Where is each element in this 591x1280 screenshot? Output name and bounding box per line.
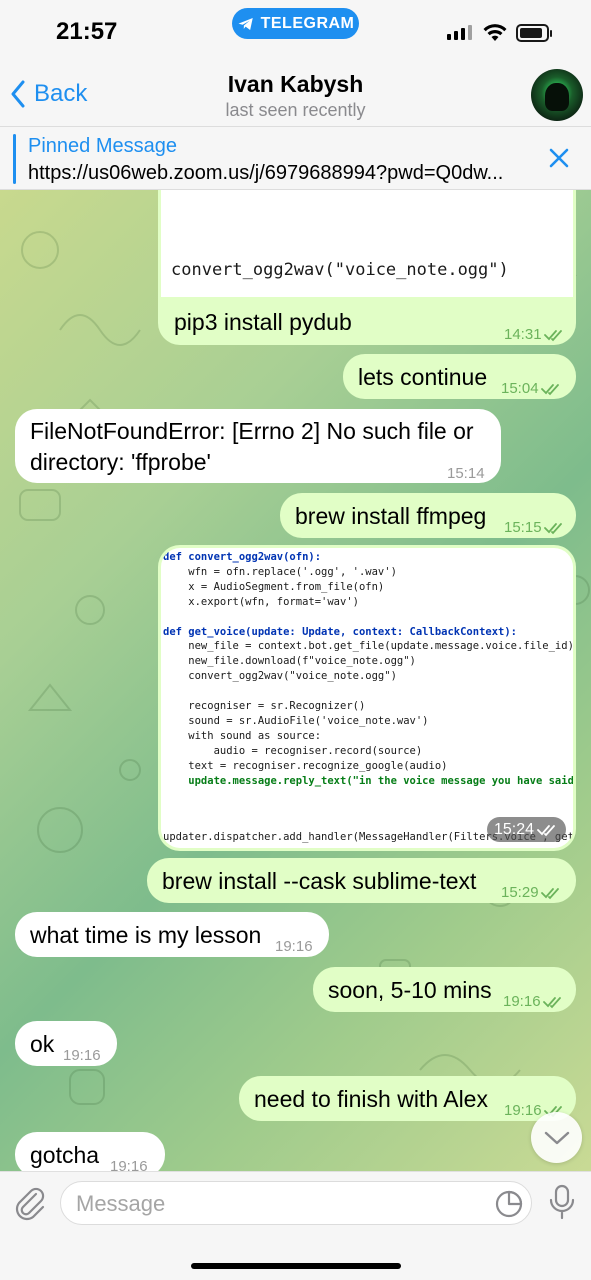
double-check-icon xyxy=(537,824,555,836)
message-text: lets continue xyxy=(358,364,488,390)
message-meta: 14:31 xyxy=(504,320,566,350)
message-field[interactable] xyxy=(60,1181,532,1225)
message-text-line-1: FileNotFoundError: [Errno 2] No such fil… xyxy=(30,418,474,444)
home-indicator xyxy=(191,1263,401,1269)
message-time: 19:16 xyxy=(275,938,313,955)
message-outgoing[interactable]: brew install --cask sublime-text 15:29 xyxy=(147,858,576,903)
message-text: pip3 install pydub xyxy=(174,309,352,335)
message-incoming[interactable]: ok 19:16 xyxy=(15,1021,117,1066)
code-line: x.export(wfn, format='wav') xyxy=(163,595,359,608)
paperclip-icon[interactable] xyxy=(12,1185,48,1221)
message-outgoing[interactable]: brew install ffmpeg 15:15 xyxy=(280,493,576,538)
code-line: x = AudioSegment.from_file(ofn) xyxy=(163,580,385,593)
code-line: recogniser = sr.Recognizer() xyxy=(163,700,366,713)
message-time: 19:16 xyxy=(110,1158,148,1171)
code-line: with sound as source: xyxy=(163,729,322,742)
code-line: new_file = context.bot.get_file(update.m… xyxy=(163,640,573,653)
message-time: 19:16 xyxy=(503,993,541,1010)
image-time-badge: 15:24 xyxy=(487,817,566,842)
code-line: audio = recogniser.record(source) xyxy=(163,744,423,757)
code-line: convert_ogg2wav("voice_note.ogg") xyxy=(163,670,397,683)
message-time: 15:29 xyxy=(501,884,539,901)
battery-icon xyxy=(516,24,552,42)
telegram-pill-label: TELEGRAM xyxy=(260,14,355,32)
close-icon[interactable] xyxy=(546,145,572,171)
sticker-icon[interactable] xyxy=(494,1189,524,1219)
message-incoming[interactable]: gotcha 19:16 xyxy=(15,1132,165,1171)
code-line: wfn = ofn.replace('.ogg', '.wav') xyxy=(163,565,397,578)
telegram-pill[interactable]: TELEGRAM xyxy=(232,8,359,39)
message-text: ok xyxy=(30,1031,55,1057)
message-time: 14:31 xyxy=(504,326,542,343)
message-outgoing[interactable]: soon, 5-10 mins 19:16 xyxy=(313,967,576,1012)
message-text: soon, 5-10 mins xyxy=(328,977,492,1003)
pinned-text: https://us06web.zoom.us/j/6979688994?pwd… xyxy=(28,162,504,184)
message-text: what time is my lesson xyxy=(30,922,262,948)
message-text: brew install --cask sublime-text xyxy=(162,868,477,894)
message-incoming[interactable]: FileNotFoundError: [Errno 2] No such fil… xyxy=(15,409,501,483)
chat-area[interactable]: convert_ogg2wav("voice_note.ogg") pip3 i… xyxy=(0,190,591,1171)
code-image-1-line: convert_ogg2wav("voice_note.ogg") xyxy=(171,260,509,280)
microphone-icon[interactable] xyxy=(548,1184,576,1220)
chat-header: Back Ivan Kabysh last seen recently xyxy=(0,60,591,126)
message-outgoing[interactable]: lets continue 15:04 xyxy=(343,354,576,399)
avatar[interactable] xyxy=(531,69,583,121)
chat-status: last seen recently xyxy=(225,100,366,120)
status-time: 21:57 xyxy=(56,18,118,45)
status-bar: 21:57 TELEGRAM xyxy=(0,0,591,60)
message-meta: 19:16 xyxy=(503,987,565,1017)
double-check-icon xyxy=(540,384,559,396)
cellular-signal-icon xyxy=(447,25,472,40)
message-meta: 15:29 xyxy=(501,878,563,908)
message-input-bar xyxy=(0,1171,591,1280)
code-line: update.message.reply_text("in the voice … xyxy=(188,774,573,787)
code-line: def get_voice(update: Update, context: C… xyxy=(163,625,518,638)
chat-title[interactable]: Ivan Kabysh xyxy=(0,71,591,98)
chevron-down-icon xyxy=(544,1131,569,1144)
pinned-indicator xyxy=(13,134,16,184)
message-time: 15:24 xyxy=(493,820,535,838)
code-line: sound = sr.AudioFile('voice_note.wav') xyxy=(163,714,429,727)
message-code-screenshot-1[interactable]: convert_ogg2wav("voice_note.ogg") pip3 i… xyxy=(158,190,576,345)
message-text-line-2: directory: 'ffprobe' xyxy=(30,449,211,475)
message-meta: 15:15 xyxy=(504,513,566,543)
code-line: text = recogniser.recognize_google(audio… xyxy=(163,759,448,772)
code-image-2[interactable]: def convert_ogg2wav(ofn): wfn = ofn.repl… xyxy=(161,548,573,848)
double-check-icon xyxy=(540,888,559,900)
code-image-1[interactable]: convert_ogg2wav("voice_note.ogg") xyxy=(161,190,573,297)
pinned-message-bar[interactable]: Pinned Message https://us06web.zoom.us/j… xyxy=(0,126,591,190)
message-time: 15:15 xyxy=(504,519,542,536)
message-code-screenshot-2[interactable]: def convert_ogg2wav(ofn): wfn = ofn.repl… xyxy=(158,545,576,851)
telegram-icon xyxy=(238,17,253,30)
message-outgoing[interactable]: need to finish with Alex 19:16 xyxy=(239,1076,576,1121)
message-input[interactable] xyxy=(76,1190,476,1218)
message-time: 15:04 xyxy=(501,380,539,397)
message-text: gotcha xyxy=(30,1142,100,1168)
message-text: brew install ffmpeg xyxy=(295,503,487,529)
code-line: new_file.download(f"voice_note.ogg") xyxy=(163,655,416,668)
wifi-icon xyxy=(483,24,507,41)
double-check-icon xyxy=(543,330,562,342)
double-check-icon xyxy=(542,997,561,1009)
message-time: 15:14 xyxy=(447,465,485,482)
message-time: 19:16 xyxy=(63,1047,101,1064)
double-check-icon xyxy=(543,523,562,535)
pinned-title: Pinned Message xyxy=(28,135,177,157)
message-incoming[interactable]: what time is my lesson 19:16 xyxy=(15,912,329,957)
code-line: def convert_ogg2wav(ofn): xyxy=(163,551,322,563)
message-meta: 15:04 xyxy=(501,374,563,404)
scroll-down-button[interactable] xyxy=(531,1112,582,1163)
message-text: need to finish with Alex xyxy=(254,1086,488,1112)
